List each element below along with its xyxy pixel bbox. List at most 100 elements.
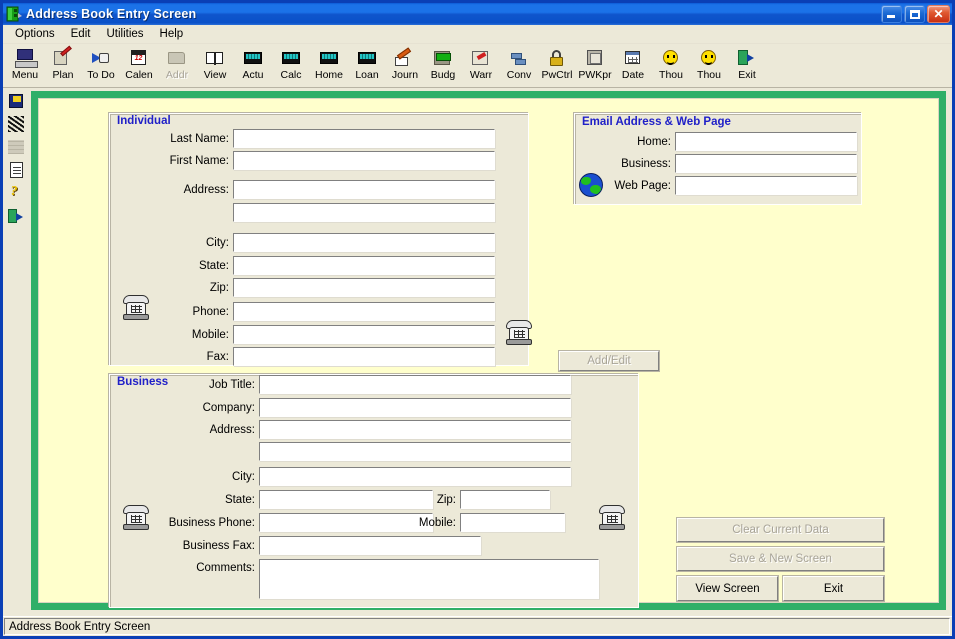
save-and-new-screen-button[interactable]: Save & New Screen: [677, 547, 884, 571]
status-bar: Address Book Entry Screen: [3, 616, 952, 636]
business-address-line2-input[interactable]: [259, 442, 571, 461]
toolbar-label: Home: [314, 69, 343, 81]
menu-item-utilities[interactable]: Utilities: [98, 26, 151, 42]
toolbar-button-home[interactable]: Home: [310, 45, 348, 86]
menu-item-edit[interactable]: Edit: [63, 26, 99, 42]
business-address-label: Address:: [209, 423, 255, 436]
field-row-company: Company:: [159, 398, 571, 417]
field-row-phone: Phone:: [169, 302, 495, 321]
toolbar-button-conv[interactable]: Conv: [500, 45, 538, 86]
email-legend: Email Address & Web Page: [582, 116, 731, 128]
first-name-input[interactable]: [233, 151, 495, 170]
field-row-last-name: Last Name:: [169, 129, 495, 148]
business-zip-input[interactable]: [460, 490, 550, 509]
toolbar-button-journ[interactable]: Journ: [386, 45, 424, 86]
menu-bar: Options Edit Utilities Help: [3, 25, 952, 44]
business-fax-input[interactable]: [259, 536, 481, 555]
toolbar-label: View: [203, 69, 227, 81]
job-title-input[interactable]: [259, 375, 571, 394]
field-row-fax: Fax:: [169, 347, 495, 366]
toolbar-button-budg[interactable]: Budg: [424, 45, 462, 86]
last-name-input[interactable]: [233, 129, 495, 148]
state-input[interactable]: [233, 256, 495, 275]
toolbar-button-calc[interactable]: Calc: [272, 45, 310, 86]
sidebar-button-help[interactable]: ?: [5, 182, 27, 204]
phone-input[interactable]: [233, 302, 495, 321]
mobile-input[interactable]: [233, 325, 495, 344]
close-button[interactable]: ✕: [927, 5, 950, 23]
restore-button[interactable]: [904, 5, 925, 23]
field-row-bus-address-2: [159, 442, 571, 461]
state-label: State:: [198, 259, 229, 272]
menu-item-help[interactable]: Help: [152, 26, 192, 42]
toolbar-button-view[interactable]: View: [196, 45, 234, 86]
sidebar-button-notes[interactable]: [5, 159, 27, 181]
view-screen-button[interactable]: View Screen: [677, 576, 778, 601]
field-row-bus-zip: Zip:: [424, 490, 550, 509]
toolbar-button-date[interactable]: Date: [614, 45, 652, 86]
field-row-job-title: Job Title:: [159, 375, 571, 394]
toolbar-button-addr[interactable]: Addr: [158, 45, 196, 86]
address-label: Address:: [183, 183, 229, 196]
form-pane: Individual Last Name: First Name: Addres…: [38, 98, 939, 608]
sidebar-button-scribble[interactable]: [5, 113, 27, 135]
toolbar-button-plan[interactable]: Plan: [44, 45, 82, 86]
email-home-input[interactable]: [675, 132, 857, 151]
toolbar-button-pwkpr[interactable]: PWKpr: [576, 45, 614, 86]
business-mobile-input[interactable]: [460, 513, 565, 532]
business-phone-input[interactable]: [259, 513, 433, 532]
toolbar-button-warr[interactable]: Warr: [462, 45, 500, 86]
todo-icon: [90, 48, 112, 69]
zip-input[interactable]: [233, 278, 495, 297]
toolbar-label: Loan: [355, 69, 379, 81]
toolbar-label: Conv: [506, 69, 532, 81]
toolbar-button-thou-1[interactable]: Thou: [652, 45, 690, 86]
window-title: Address Book Entry Screen: [26, 7, 197, 21]
monitor-icon: [14, 48, 38, 69]
sidebar-button-save[interactable]: [5, 90, 27, 112]
minimize-button[interactable]: [881, 5, 902, 23]
exit-door-icon: [736, 48, 758, 69]
add-edit-button[interactable]: Add/Edit: [559, 351, 659, 371]
converter-icon: [508, 48, 530, 69]
clear-current-data-button[interactable]: Clear Current Data: [677, 518, 884, 542]
padlock-icon: [546, 48, 568, 69]
telephone-icon: [121, 295, 151, 321]
toolbar-button-actu[interactable]: Actu: [234, 45, 272, 86]
sidebar-button-records[interactable]: [5, 136, 27, 158]
business-address-line1-input[interactable]: [259, 420, 571, 439]
city-label: City:: [206, 236, 229, 249]
business-state-input[interactable]: [259, 490, 433, 509]
calculator-icon: [318, 48, 340, 69]
field-row-bus-address-1: Address:: [159, 420, 571, 439]
field-row-bus-city: City:: [159, 467, 571, 486]
toolbar-button-menu[interactable]: Menu: [6, 45, 44, 86]
company-input[interactable]: [259, 398, 571, 417]
business-city-input[interactable]: [259, 467, 571, 486]
toolbar-button-loan[interactable]: Loan: [348, 45, 386, 86]
save-new-button-label: Save & New Screen: [729, 553, 832, 565]
address-line1-input[interactable]: [233, 180, 495, 199]
field-row-zip: Zip:: [169, 278, 495, 297]
toolbar-button-thou-2[interactable]: Thou: [690, 45, 728, 86]
toolbar-button-todo[interactable]: To Do: [82, 45, 120, 86]
business-phone-label: Business Phone:: [168, 516, 255, 529]
web-page-input[interactable]: [675, 176, 857, 195]
menu-item-options[interactable]: Options: [7, 26, 63, 42]
address-line2-input[interactable]: [233, 203, 495, 222]
fax-input[interactable]: [233, 347, 495, 366]
exit-button-label: Exit: [823, 582, 844, 595]
business-fax-label: Business Fax:: [182, 539, 255, 552]
toolbar-label: Calen: [125, 69, 153, 81]
toolbar-button-pwctrl[interactable]: PwCtrl: [538, 45, 576, 86]
smiley-icon: [698, 48, 720, 69]
toolbar-button-calendar[interactable]: 12 Calen: [120, 45, 158, 86]
toolbar-button-exit[interactable]: Exit: [728, 45, 766, 86]
exit-button[interactable]: Exit: [783, 576, 884, 601]
globe-icon: [579, 173, 603, 197]
email-business-input[interactable]: [675, 154, 857, 173]
city-input[interactable]: [233, 233, 495, 252]
comments-input[interactable]: [259, 559, 599, 599]
sidebar-button-exit[interactable]: [5, 205, 27, 227]
job-title-label: Job Title:: [208, 378, 255, 391]
